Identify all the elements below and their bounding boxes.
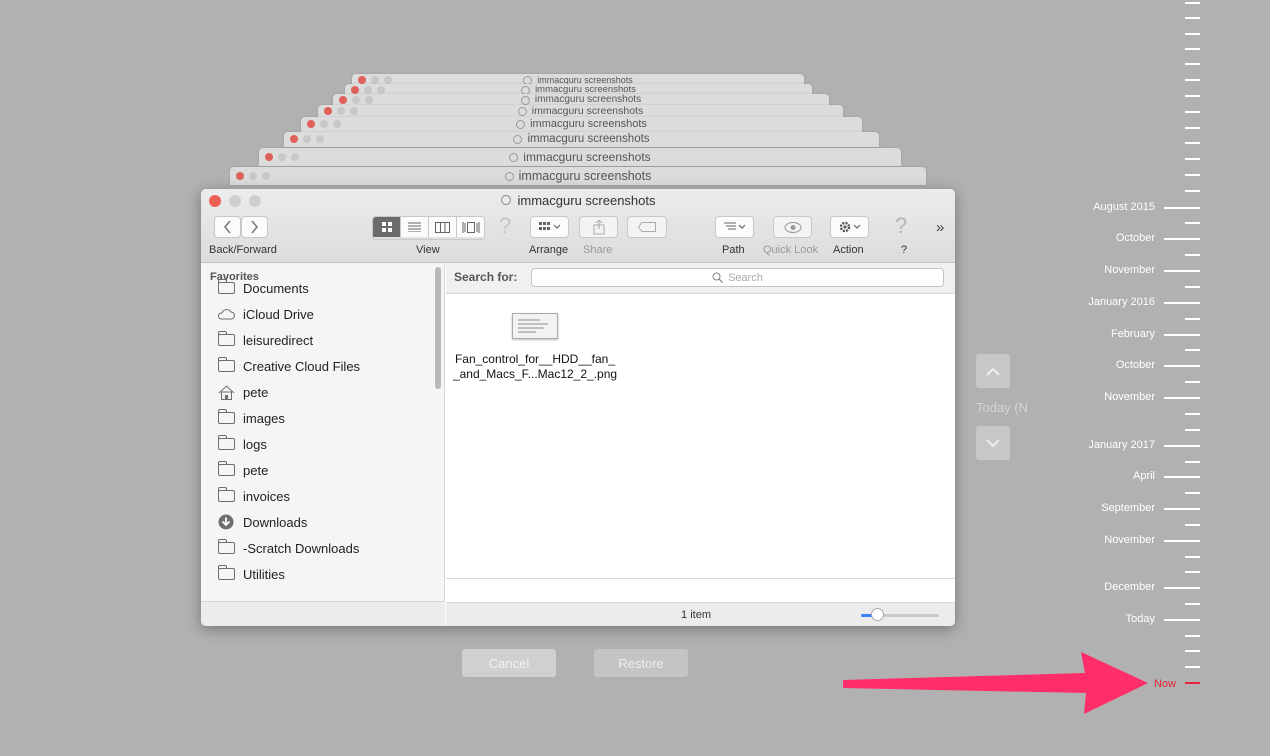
annotation-arrow-icon — [843, 652, 1148, 714]
